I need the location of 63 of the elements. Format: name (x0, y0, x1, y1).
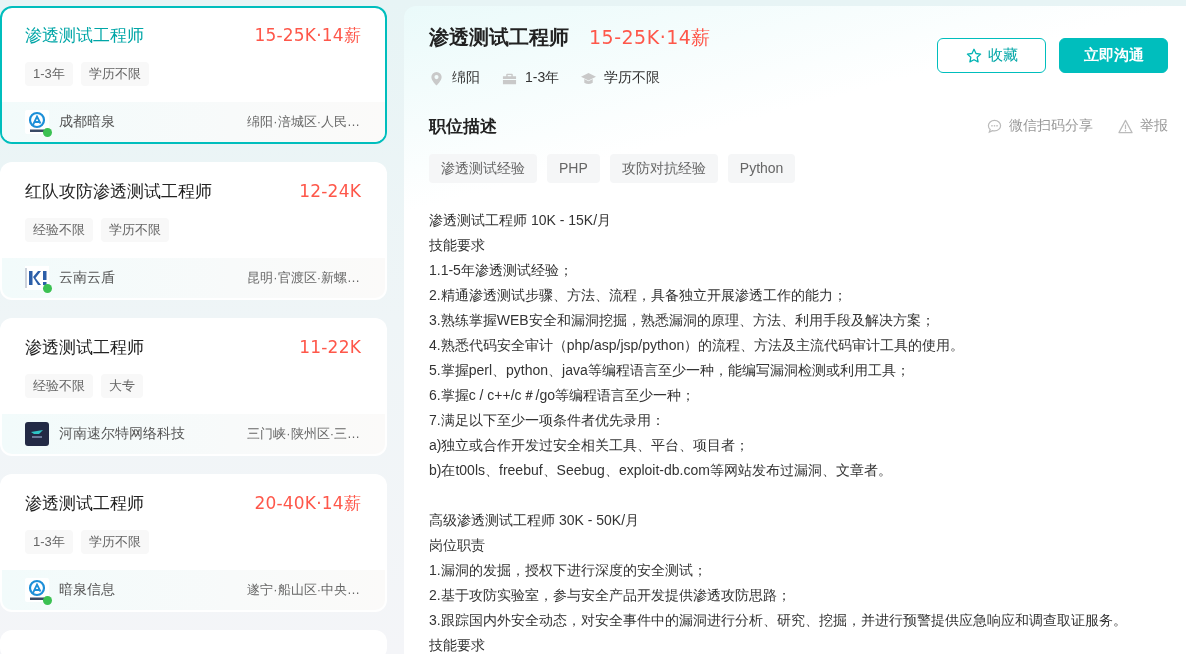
graduation-cap-icon (581, 70, 597, 86)
salary: 12-24K (299, 181, 361, 201)
ring-logo-icon (25, 578, 49, 602)
description-line: 2.精通渗透测试步骤、方法、流程，具备独立开展渗透工作的能力； (429, 286, 848, 305)
company-name: 暗泉信息 (59, 581, 115, 599)
job-card[interactable]: 渗透测试工程师 20-40K·14薪 1-3年 学历不限 暗泉信息 遂宁·船山区·中央… (0, 474, 387, 612)
description-line: 高级渗透测试工程师 30K - 50K/月 (429, 511, 641, 530)
salary: 20-40K·14薪 (254, 491, 361, 515)
company-name: 河南速尔特网络科技 (59, 425, 185, 443)
salary: 15-25K·14薪 (254, 23, 361, 47)
job-tag: 大专 (101, 374, 143, 398)
job-title: 渗透测试工程师 (25, 336, 144, 359)
company-name: 成都暗泉 (59, 113, 115, 131)
description-line: b)在t00ls、freebuf、Seebug、exploit-db.com等网站发布过漏洞、文章者。 (429, 461, 893, 480)
chat-bubble-icon (987, 118, 1002, 134)
job-title: 红队攻防渗透测试工程师 (25, 180, 212, 203)
job-tag: 学历不限 (101, 218, 169, 242)
job-card[interactable]: 渗透测试工程师 15-25K·14薪 1-3年 学历不限 成都暗泉 绵阳·涪城区·人民… (0, 6, 387, 144)
job-tag: 经验不限 (25, 374, 93, 398)
job-tag: 1-3年 (25, 62, 73, 86)
skill-tag: 渗透测试经验 (429, 154, 537, 183)
description-line: 渗透测试工程师 10K - 15K/月 (429, 211, 613, 230)
job-info-text: 学历不限 (604, 69, 661, 87)
description-line: 5.掌握perl、python、java等编程语言至少一种，能编写漏洞检测或利用工具； (429, 361, 911, 380)
star-icon (965, 47, 982, 64)
job-tag: 学历不限 (80, 62, 149, 86)
description-line: a)独立或合作开发过安全相关工具、平台、项目者； (429, 436, 751, 455)
blocks-logo-icon (25, 266, 49, 290)
company-name: 云南云盾 (59, 269, 115, 287)
description-line: 技能要求 (429, 236, 486, 255)
job-title: 渗透测试工程师 (25, 492, 144, 515)
description-line: 6.掌握c / c++/c＃/go等编程语言至少一种； (429, 386, 697, 405)
skill-tag: PHP (547, 154, 600, 183)
description-line: 3.熟练掌握WEB安全和漏洞挖掘，熟悉漏洞的原理、方法、利用手段及解决方案； (429, 311, 936, 330)
job-tag: 1-3年 (25, 530, 73, 554)
job-tag: 学历不限 (80, 530, 149, 554)
salary: 15-25K·14薪 (589, 25, 711, 50)
job-tag: 经验不限 (25, 218, 93, 242)
job-title: 渗透测试工程师 (25, 24, 144, 47)
description-line: 技能要求 (429, 636, 486, 654)
job-info-text: 1-3年 (525, 69, 560, 87)
salary: 11-22K (299, 337, 361, 357)
job-title: 渗透测试工程师 (429, 25, 569, 50)
location-pin-icon (429, 70, 444, 86)
section-title: 职位描述 (429, 115, 497, 138)
skill-tag: 攻防对抗经验 (609, 154, 718, 183)
description-line: 1.1-5年渗透测试经验； (429, 261, 574, 280)
description-line: 1.漏洞的发掘，授权下进行深度的安全测试； (429, 561, 708, 580)
warning-icon (1118, 118, 1133, 134)
job-location: 昆明·官渡区·新螺… (247, 269, 360, 287)
description-line: 3.跟踪国内外安全动态，对安全事件中的漏洞进行分析、研究、挖掘，并进行预警提供应急响应和调查取证服务。 (429, 611, 1128, 630)
job-location: 绵阳·涪城区·人民… (247, 113, 360, 131)
job-card[interactable]: 红队攻防渗透测试工程师 12-24K 经验不限 学历不限 云南云盾 昆明·官渡区·新螺… (0, 162, 387, 300)
description-line: 2.基于攻防实验室，参与安全产品开发提供渗透攻防思路； (429, 586, 792, 605)
ring-logo-icon (25, 110, 49, 134)
job-location: 遂宁·船山区·中央… (247, 581, 360, 599)
job-location: 三门峡·陕州区·三… (247, 425, 360, 443)
skill-tag: Python (727, 154, 796, 183)
job-card[interactable]: 渗透测试工程师 11-22K 经验不限 大专 河南速尔特网络科技 三门峡·陕州区·三… (0, 318, 387, 456)
description-line: 岗位职责 (429, 536, 486, 555)
description-line: 4.熟悉代码安全审计（php/asp/jsp/python）的流程、方法及主流代码审计工具的使用。 (429, 336, 966, 355)
description-line: 7.满足以下至少一项条件者优先录用： (429, 411, 666, 430)
job-info-text: 绵阳 (452, 69, 480, 87)
